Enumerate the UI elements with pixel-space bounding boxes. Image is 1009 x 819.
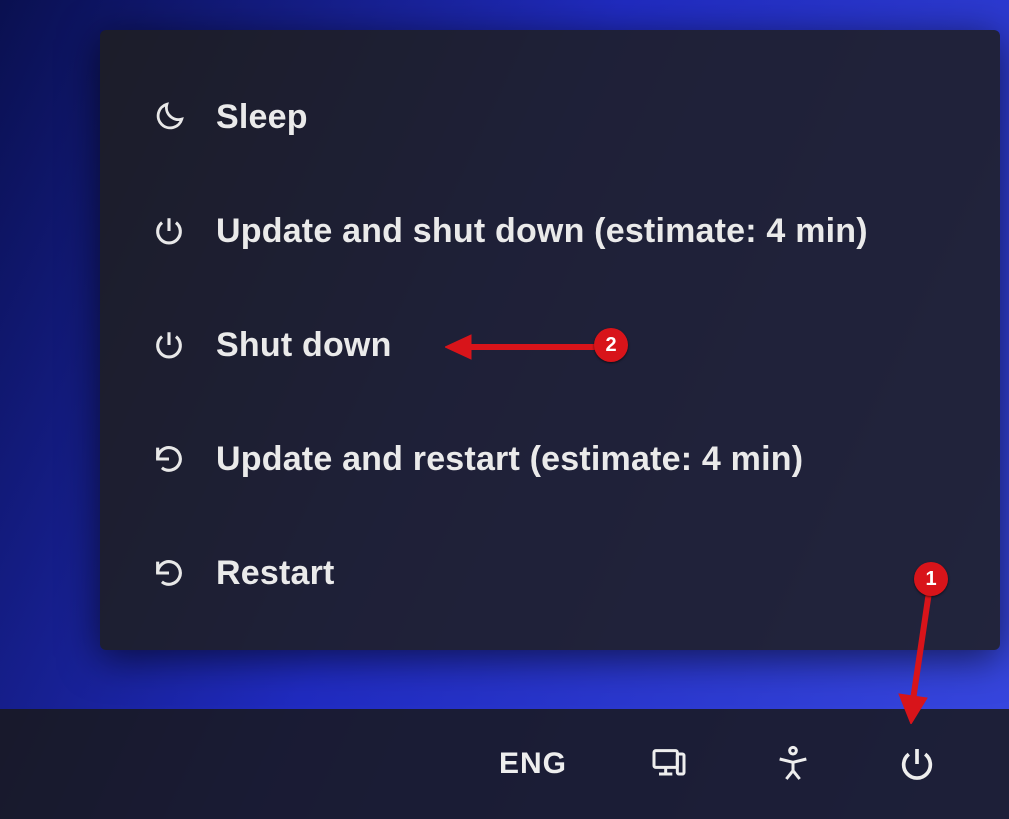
power-icon: [150, 326, 188, 364]
menu-label-restart: Restart: [216, 554, 335, 593]
menu-item-update-shutdown[interactable]: Update and shut down (estimate: 4 min): [120, 198, 980, 265]
annotation-arrow-2: [445, 327, 605, 367]
power-icon: [150, 212, 188, 250]
menu-label-sleep: Sleep: [216, 98, 308, 137]
menu-item-sleep[interactable]: Sleep: [120, 84, 980, 151]
menu-label-shutdown: Shut down: [216, 326, 392, 365]
language-indicator[interactable]: ENG: [499, 747, 567, 781]
restart-icon: [150, 440, 188, 478]
restart-icon: [150, 554, 188, 592]
accessibility-icon[interactable]: [771, 742, 815, 786]
login-taskbar: ENG: [0, 709, 1009, 819]
menu-label-update-restart: Update and restart (estimate: 4 min): [216, 440, 803, 479]
power-button-icon[interactable]: [895, 742, 939, 786]
desktop-background: Sleep Update and shut down (estimate: 4 …: [0, 0, 1009, 819]
menu-item-restart[interactable]: Restart: [120, 540, 980, 607]
annotation-badge-1: 1: [914, 562, 948, 596]
menu-item-update-restart[interactable]: Update and restart (estimate: 4 min): [120, 426, 980, 493]
annotation-arrow-1: [895, 584, 955, 724]
network-icon[interactable]: [647, 742, 691, 786]
annotation-badge-2: 2: [594, 328, 628, 362]
moon-icon: [150, 98, 188, 136]
menu-label-update-shutdown: Update and shut down (estimate: 4 min): [216, 212, 868, 251]
